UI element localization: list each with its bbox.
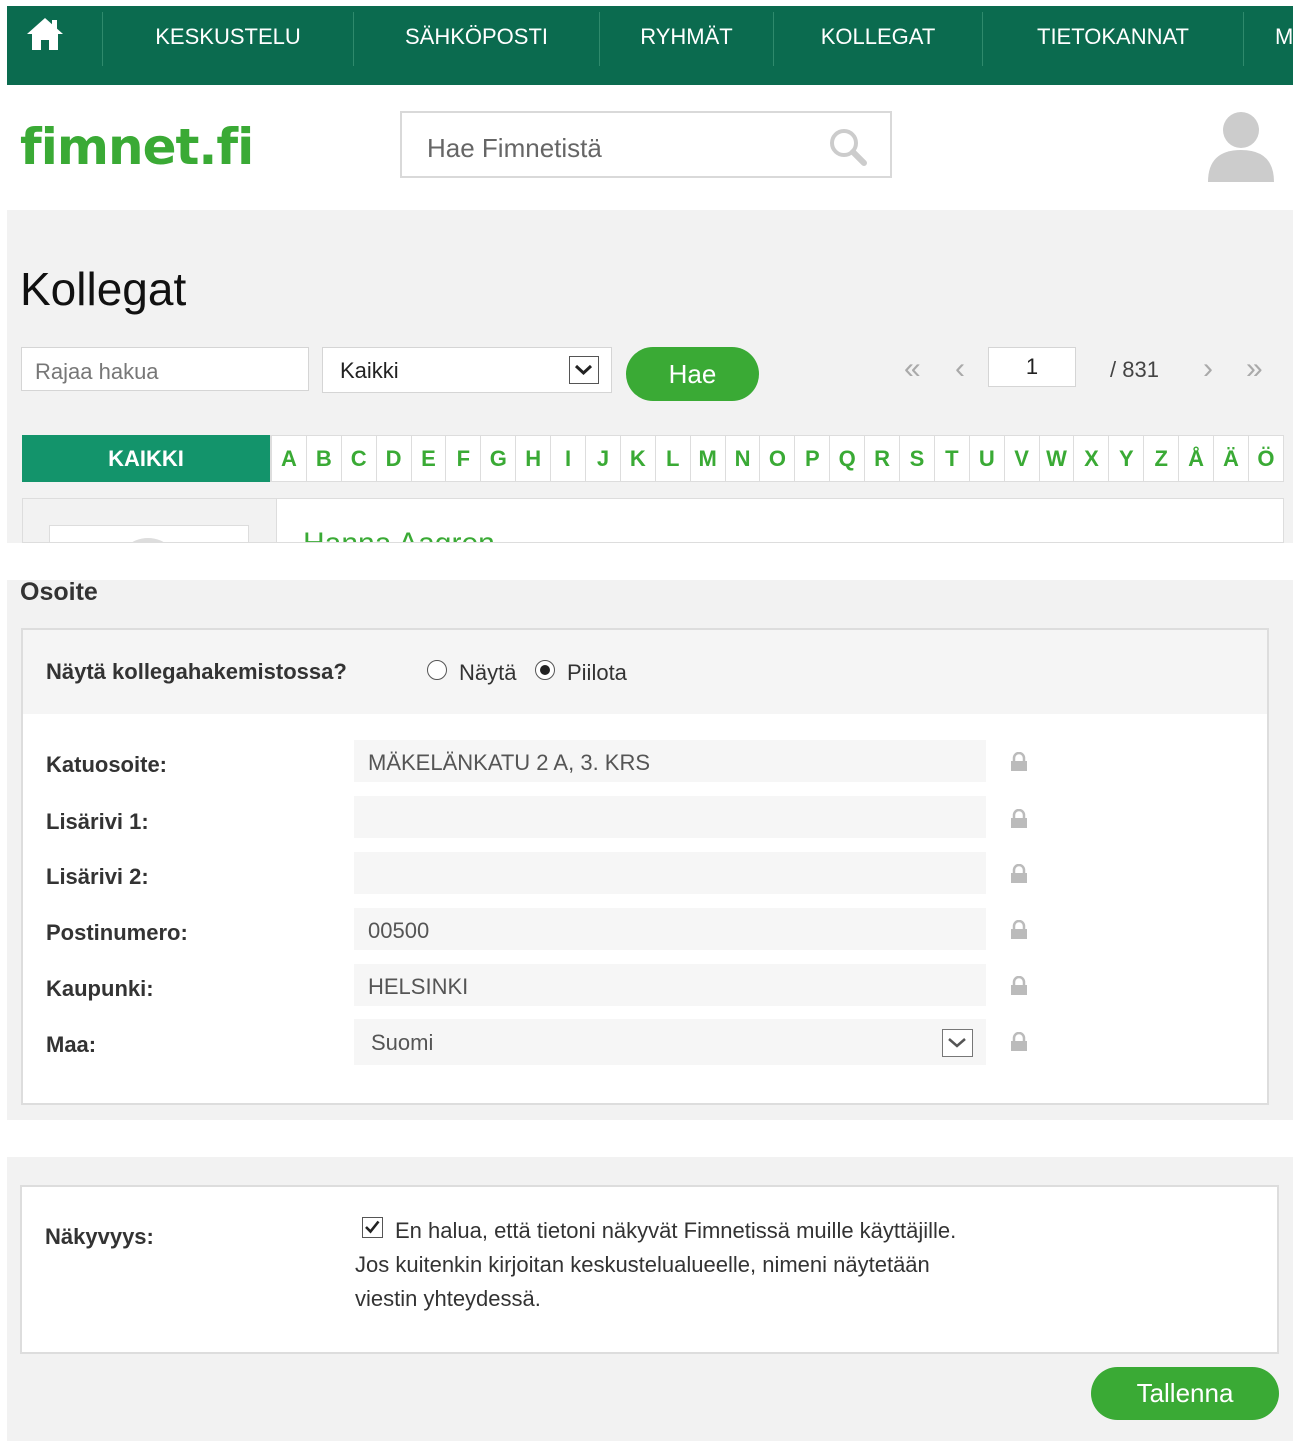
- extra-line-2-field: [354, 852, 986, 894]
- page-number-input[interactable]: 1: [988, 347, 1076, 387]
- home-icon[interactable]: [25, 16, 65, 52]
- lock-icon: [1011, 976, 1027, 995]
- letter-tab[interactable]: D: [375, 436, 411, 481]
- site-search-input[interactable]: Hae Fimnetistä: [400, 111, 892, 178]
- extra-line-1-field: [354, 796, 986, 838]
- letter-tab[interactable]: V: [1003, 436, 1039, 481]
- postal-code-label: Postinumero:: [46, 920, 188, 945]
- letter-tab[interactable]: W: [1038, 436, 1074, 481]
- search-button[interactable]: Hae: [626, 347, 759, 401]
- letter-tab[interactable]: E: [410, 436, 446, 481]
- letter-tab[interactable]: I: [550, 436, 585, 481]
- visibility-description: En halua, että tietoni näkyvät Fimnetiss…: [355, 1218, 957, 1311]
- letter-tab[interactable]: P: [794, 436, 829, 481]
- street-address-value: MÄKELÄNKATU 2 A, 3. KRS: [368, 750, 651, 775]
- letter-tab[interactable]: L: [654, 436, 690, 481]
- nav-item-keskustelu[interactable]: KESKUSTELU: [103, 6, 353, 85]
- lock-icon: [1011, 920, 1027, 939]
- letter-tab[interactable]: X: [1073, 436, 1108, 481]
- filter-select-value: Kaikki: [340, 358, 399, 383]
- letter-tab[interactable]: H: [515, 436, 550, 481]
- address-section-title: Osoite: [20, 578, 98, 606]
- lock-icon: [1011, 752, 1027, 771]
- page-total: / 831: [1110, 357, 1159, 382]
- letter-tab[interactable]: A: [271, 436, 306, 481]
- letter-tab[interactable]: U: [968, 436, 1004, 481]
- page-title: Kollegat: [20, 263, 187, 315]
- chevron-down-icon[interactable]: [569, 356, 599, 384]
- nav-separator: [1243, 12, 1244, 66]
- nav-item-sahkoposti[interactable]: SÄHKÖPOSTI: [354, 6, 599, 85]
- letter-tab[interactable]: Ä: [1213, 436, 1248, 481]
- radio-hide-label: Piilota: [567, 660, 627, 685]
- radio-show-label: Näytä: [459, 660, 517, 685]
- filter-placeholder: Rajaa hakua: [35, 359, 159, 384]
- letter-tab[interactable]: T: [933, 436, 969, 481]
- letter-tab[interactable]: F: [445, 436, 480, 481]
- radio-hide[interactable]: [535, 660, 555, 680]
- colleague-card: Hanna Aagren: [22, 498, 1284, 543]
- lock-icon: [1011, 864, 1027, 883]
- country-value: Suomi: [371, 1030, 434, 1055]
- extra-line-1-label: Lisärivi 1:: [46, 809, 149, 834]
- postal-code-field: 00500: [354, 908, 986, 950]
- logo-text: fimnet.fi: [20, 118, 254, 176]
- next-page-icon[interactable]: ›: [1203, 352, 1213, 386]
- city-label: Kaupunki:: [46, 976, 154, 1001]
- letter-tab[interactable]: R: [864, 436, 899, 481]
- letter-tab[interactable]: C: [340, 436, 376, 481]
- country-label: Maa:: [46, 1032, 97, 1057]
- letter-tab[interactable]: S: [899, 436, 934, 481]
- letter-tab[interactable]: M: [689, 436, 725, 481]
- letter-tab[interactable]: Y: [1108, 436, 1143, 481]
- directory-visibility-label: Näytä kollegahakemistossa?: [46, 659, 347, 684]
- colleague-avatar: [49, 525, 249, 542]
- visibility-checkbox[interactable]: [362, 1217, 383, 1238]
- letter-tab[interactable]: Z: [1143, 436, 1178, 481]
- letter-tab[interactable]: Ö: [1247, 436, 1283, 481]
- checkmark-icon: [365, 1220, 380, 1234]
- site-logo[interactable]: fimnet.fi: [20, 118, 254, 176]
- filter-input[interactable]: Rajaa hakua: [21, 347, 309, 391]
- alphabet-filter: A B C D E F G H I J K L M N O P Q R S T …: [270, 435, 1284, 482]
- colleague-name-link[interactable]: Hanna Aagren: [303, 527, 495, 542]
- letter-tab[interactable]: B: [305, 436, 341, 481]
- lock-icon: [1011, 1032, 1027, 1051]
- save-button[interactable]: Tallenna: [1091, 1367, 1279, 1420]
- chevron-down-icon[interactable]: [942, 1029, 973, 1057]
- nav-item-kollegat[interactable]: KOLLEGAT: [774, 6, 982, 85]
- colleague-thumb-column: [23, 499, 277, 542]
- letter-tab[interactable]: G: [480, 436, 515, 481]
- letter-tab-all[interactable]: KAIKKI: [22, 435, 270, 482]
- city-value: HELSINKI: [368, 974, 469, 999]
- nav-item-ryhmat[interactable]: RYHMÄT: [600, 6, 773, 85]
- nav-item-tietokannat[interactable]: TIETOKANNAT: [983, 6, 1243, 85]
- letter-tab[interactable]: K: [619, 436, 655, 481]
- letter-tab[interactable]: J: [585, 436, 620, 481]
- visibility-label: Näkyvyys:: [45, 1224, 154, 1249]
- country-select[interactable]: Suomi: [354, 1019, 986, 1065]
- first-page-icon[interactable]: «: [904, 352, 921, 386]
- letter-tab[interactable]: Q: [829, 436, 864, 481]
- street-address-field: MÄKELÄNKATU 2 A, 3. KRS: [354, 740, 986, 782]
- street-address-label: Katuosoite:: [46, 752, 167, 777]
- radio-show[interactable]: [427, 660, 447, 680]
- letter-tab[interactable]: N: [724, 436, 760, 481]
- extra-line-2-label: Lisärivi 2:: [46, 864, 149, 889]
- previous-page-icon[interactable]: ‹: [955, 352, 965, 386]
- letter-tab[interactable]: Å: [1178, 436, 1213, 481]
- lock-icon: [1011, 809, 1027, 828]
- letter-tab[interactable]: O: [759, 436, 794, 481]
- site-search-placeholder: Hae Fimnetistä: [427, 133, 602, 163]
- city-field: HELSINKI: [354, 964, 986, 1006]
- user-avatar-icon[interactable]: [1206, 110, 1276, 184]
- filter-select[interactable]: Kaikki: [322, 347, 612, 393]
- postal-code-value: 00500: [368, 918, 430, 943]
- nav-item-more[interactable]: M: [1275, 6, 1293, 85]
- last-page-icon[interactable]: »: [1246, 352, 1263, 386]
- search-icon[interactable]: [828, 127, 868, 167]
- top-navigation: KESKUSTELU SÄHKÖPOSTI RYHMÄT KOLLEGAT TI…: [7, 6, 1293, 85]
